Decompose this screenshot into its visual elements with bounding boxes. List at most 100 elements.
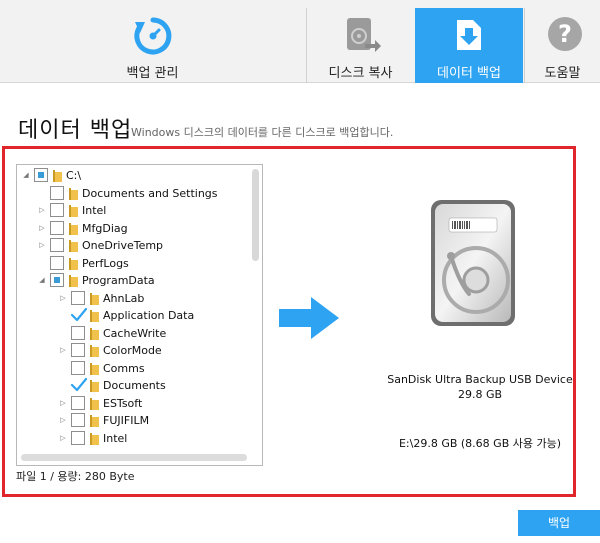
tab-label: 데이터 백업 — [437, 66, 501, 81]
tree-item-checkbox[interactable] — [70, 307, 88, 322]
expand-triangle-right-icon[interactable]: ▷ — [37, 237, 47, 254]
tree-item-checkbox[interactable] — [71, 413, 85, 427]
tree-item-label: OneDriveTemp — [82, 239, 164, 252]
expand-triangle-right-icon[interactable]: ▷ — [58, 342, 68, 359]
tree-item-checkbox[interactable] — [71, 395, 85, 410]
folder-icon — [90, 327, 99, 340]
tree-item[interactable]: ◢ ProgramData — [17, 272, 249, 289]
tree-item[interactable]: Documents and Settings — [17, 185, 249, 202]
vertical-scrollbar[interactable] — [250, 169, 260, 451]
scrollbar-thumb[interactable] — [252, 169, 259, 261]
tree-item[interactable]: ▷ FUJIFILM — [17, 412, 249, 429]
expand-triangle-right-icon[interactable]: ▷ — [37, 220, 47, 237]
folder-icon — [69, 187, 78, 200]
tree-item-label: Intel — [82, 204, 107, 217]
tab-disk-copy[interactable]: 디스크 복사 — [306, 8, 414, 83]
page-title: 데이터 백업 — [18, 118, 133, 143]
expand-triangle-right-icon[interactable]: ▷ — [58, 430, 68, 447]
tree-item-checkbox[interactable] — [50, 203, 64, 217]
tree-item-label: CacheWrite — [103, 326, 167, 340]
target-device-name: SanDisk Ultra Backup USB Device — [387, 373, 573, 386]
tree-item[interactable]: ▷ Intel — [17, 202, 249, 219]
tree-item-label: Documents — [103, 379, 166, 392]
selection-status: 파일 1 / 용량: 280 Byte — [16, 470, 135, 483]
tree-item-label: Comms — [103, 361, 145, 375]
folder-icon — [90, 380, 99, 392]
tree-item-label: ESTsoft — [103, 396, 143, 410]
expand-triangle-right-icon[interactable]: ▷ — [58, 412, 68, 429]
page-subtitle: Windows 디스크의 데이터를 다른 디스크로 백업합니다. — [131, 126, 394, 139]
help-question-icon: ? — [547, 17, 582, 51]
tree-item[interactable]: ▷ MfgDiag — [17, 220, 249, 237]
svg-text:?: ? — [558, 20, 572, 48]
tree-item-checkbox[interactable] — [50, 255, 64, 270]
backup-button[interactable]: 백업 — [518, 510, 600, 536]
folder-icon — [90, 310, 99, 322]
tree-item[interactable]: PerfLogs — [17, 255, 249, 272]
tab-data-backup[interactable]: 데이터 백업 — [415, 8, 523, 83]
tree-item-checkbox[interactable] — [50, 238, 64, 252]
tab-backup-management[interactable]: 백업 관리 — [0, 8, 305, 83]
tree-item-checkbox[interactable] — [70, 377, 88, 392]
tree-item-label: ColorMode — [103, 344, 162, 357]
tree-item[interactable]: Comms — [17, 360, 249, 377]
folder-icon — [53, 170, 62, 182]
top-toolbar: 백업 관리 디스크 복사 데이터 백업 ? 도움말 — [0, 0, 600, 83]
tree-item-label: Application Data — [103, 309, 195, 322]
folder-tree[interactable]: ◢ C:\ Documents and Settings ▷ Intel ▷ MfgDiag… — [16, 164, 263, 466]
arrow-right-icon — [279, 297, 339, 339]
horizontal-scrollbar[interactable] — [21, 453, 247, 462]
folder-icon — [69, 257, 78, 270]
tree-item[interactable]: ▷ ColorMode — [17, 342, 249, 359]
tree-item[interactable]: Application Data — [17, 307, 249, 324]
expand-triangle-right-icon[interactable]: ▷ — [58, 395, 68, 412]
tree-item[interactable]: ◢ C:\ — [17, 167, 249, 184]
target-free-space: E:\29.8 GB (8.68 GB 사용 가능) — [398, 437, 562, 450]
tree-item-label: Intel — [103, 431, 128, 445]
tree-item-checkbox[interactable] — [71, 430, 85, 445]
folder-icon — [90, 345, 99, 357]
target-device-size: 29.8 GB — [457, 388, 503, 401]
tree-item[interactable]: ▷ OneDriveTemp — [17, 237, 249, 254]
tree-item[interactable]: Documents — [17, 377, 249, 394]
tree-item[interactable]: ▷ Intel — [17, 430, 249, 447]
tree-item-checkbox[interactable] — [50, 185, 64, 200]
tree-item-label: FUJIFILM — [103, 414, 150, 427]
folder-icon — [90, 415, 99, 427]
tree-item-checkbox[interactable] — [50, 273, 64, 287]
tree-item-label: AhnLab — [103, 291, 145, 305]
expand-triangle-right-icon[interactable]: ▷ — [58, 290, 68, 307]
expand-triangle-down-icon[interactable]: ◢ — [21, 167, 31, 184]
folder-icon — [90, 397, 99, 410]
backup-refresh-icon — [133, 17, 171, 55]
tree-item[interactable]: ▷ ESTsoft — [17, 395, 249, 412]
scrollbar-thumb[interactable] — [21, 454, 247, 461]
expand-triangle-down-icon[interactable]: ◢ — [37, 272, 47, 289]
tree-item-label: C:\ — [66, 169, 82, 182]
expand-triangle-right-icon[interactable]: ▷ — [37, 202, 47, 219]
tab-label: 디스크 복사 — [328, 66, 393, 81]
tab-label: 백업 관리 — [126, 66, 179, 81]
folder-icon — [69, 275, 78, 287]
tree-item-checkbox[interactable] — [34, 168, 48, 182]
tree-item-label: ProgramData — [82, 274, 155, 287]
tree-item[interactable]: ▷ AhnLab — [17, 290, 249, 307]
folder-icon — [90, 362, 99, 375]
tree-item-checkbox[interactable] — [71, 290, 85, 305]
tree-item-label: PerfLogs — [82, 256, 129, 270]
tab-label: 도움말 — [544, 66, 581, 81]
tree-item-checkbox[interactable] — [71, 360, 85, 375]
hard-drive-icon — [431, 200, 515, 326]
folder-icon — [69, 240, 78, 252]
tree-item[interactable]: CacheWrite — [17, 325, 249, 342]
folder-icon — [69, 205, 78, 217]
tab-help[interactable]: ? 도움말 — [524, 8, 600, 83]
disk-copy-icon — [346, 18, 381, 52]
tree-item-label: MfgDiag — [82, 221, 128, 235]
download-box-icon — [457, 20, 481, 50]
tree-item-label: Documents and Settings — [82, 186, 218, 200]
tree-item-checkbox[interactable] — [71, 343, 85, 357]
tree-item-checkbox[interactable] — [50, 220, 64, 235]
folder-icon — [69, 222, 78, 235]
tree-item-checkbox[interactable] — [71, 325, 85, 340]
